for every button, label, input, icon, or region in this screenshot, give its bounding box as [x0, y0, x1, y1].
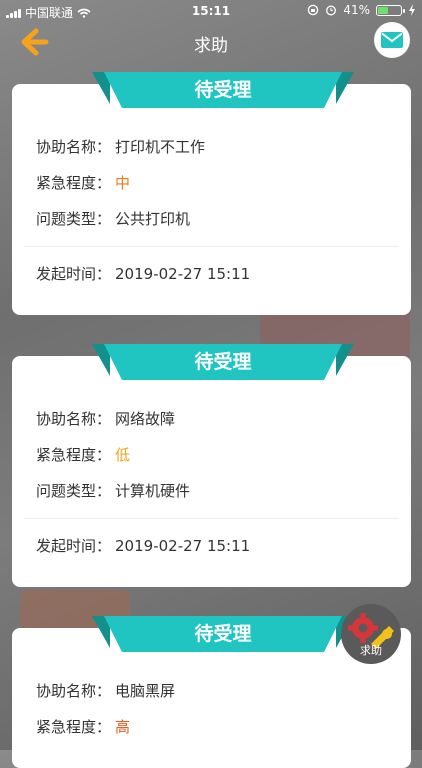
divider	[24, 246, 399, 247]
assist-name-label: 协助名称：	[36, 138, 112, 156]
rotation-lock-icon	[308, 4, 319, 16]
charging-icon	[409, 4, 415, 16]
header-bar: 求助	[0, 22, 422, 64]
assist-name-label: 协助名称：	[36, 410, 112, 428]
urgency-value: 低	[115, 446, 131, 464]
urgency-value: 高	[115, 718, 131, 736]
battery-percent: 41%	[343, 3, 370, 17]
start-time-value: 2019-02-27 15:11	[115, 537, 251, 555]
urgency-label: 紧急程度：	[36, 718, 112, 736]
help-fab-label: 求助	[360, 644, 382, 657]
message-button[interactable]	[374, 22, 410, 58]
start-time-row: 发起时间： 2019-02-27 15:11	[36, 535, 250, 556]
help-fab-button[interactable]: 求助	[341, 604, 401, 664]
divider	[24, 518, 399, 519]
assist-name-value: 打印机不工作	[115, 138, 206, 156]
status-label: 待受理	[194, 351, 252, 373]
problem-type-row: 问题类型： 计算机硬件	[36, 480, 190, 501]
problem-type-label: 问题类型：	[36, 482, 112, 500]
urgency-label: 紧急程度：	[36, 446, 112, 464]
start-time-row: 发起时间： 2019-02-27 15:11	[36, 263, 250, 284]
assist-name-value: 电脑黑屏	[115, 682, 176, 700]
status-ribbon: 待受理	[92, 612, 354, 652]
urgency-value: 中	[115, 174, 131, 192]
status-bar: 中国联通 15:11 41%	[0, 0, 422, 22]
status-ribbon: 待受理	[92, 68, 354, 108]
start-time-value: 2019-02-27 15:11	[115, 265, 251, 283]
assist-name-row: 协助名称： 打印机不工作	[36, 136, 205, 157]
urgency-row: 紧急程度：高	[36, 716, 130, 737]
problem-type-label: 问题类型：	[36, 210, 112, 228]
urgency-row: 紧急程度：中	[36, 172, 130, 193]
status-label: 待受理	[194, 79, 252, 101]
mail-icon	[381, 32, 403, 48]
assist-name-row: 协助名称： 电脑黑屏	[36, 680, 175, 701]
help-request-card[interactable]: 待受理 协助名称： 网络故障 紧急程度：低 问题类型： 计算机硬件 发起时间： 201…	[12, 344, 411, 587]
urgency-label: 紧急程度：	[36, 174, 112, 192]
battery-icon	[376, 4, 405, 16]
problem-type-value: 公共打印机	[115, 210, 191, 228]
status-label: 待受理	[194, 623, 252, 645]
page-title: 求助	[194, 36, 228, 56]
assist-name-row: 协助名称： 网络故障	[36, 408, 175, 429]
problem-type-row: 问题类型： 公共打印机	[36, 208, 190, 229]
start-time-label: 发起时间：	[36, 265, 112, 283]
status-ribbon: 待受理	[92, 340, 354, 380]
start-time-label: 发起时间：	[36, 537, 112, 555]
assist-name-value: 网络故障	[115, 410, 176, 428]
help-request-card[interactable]: 待受理 协助名称： 打印机不工作 紧急程度：中 问题类型： 公共打印机 发起时间： 2…	[12, 72, 411, 315]
urgency-row: 紧急程度：低	[36, 444, 130, 465]
assist-name-label: 协助名称：	[36, 682, 112, 700]
problem-type-value: 计算机硬件	[115, 482, 191, 500]
alarm-icon	[326, 5, 337, 16]
